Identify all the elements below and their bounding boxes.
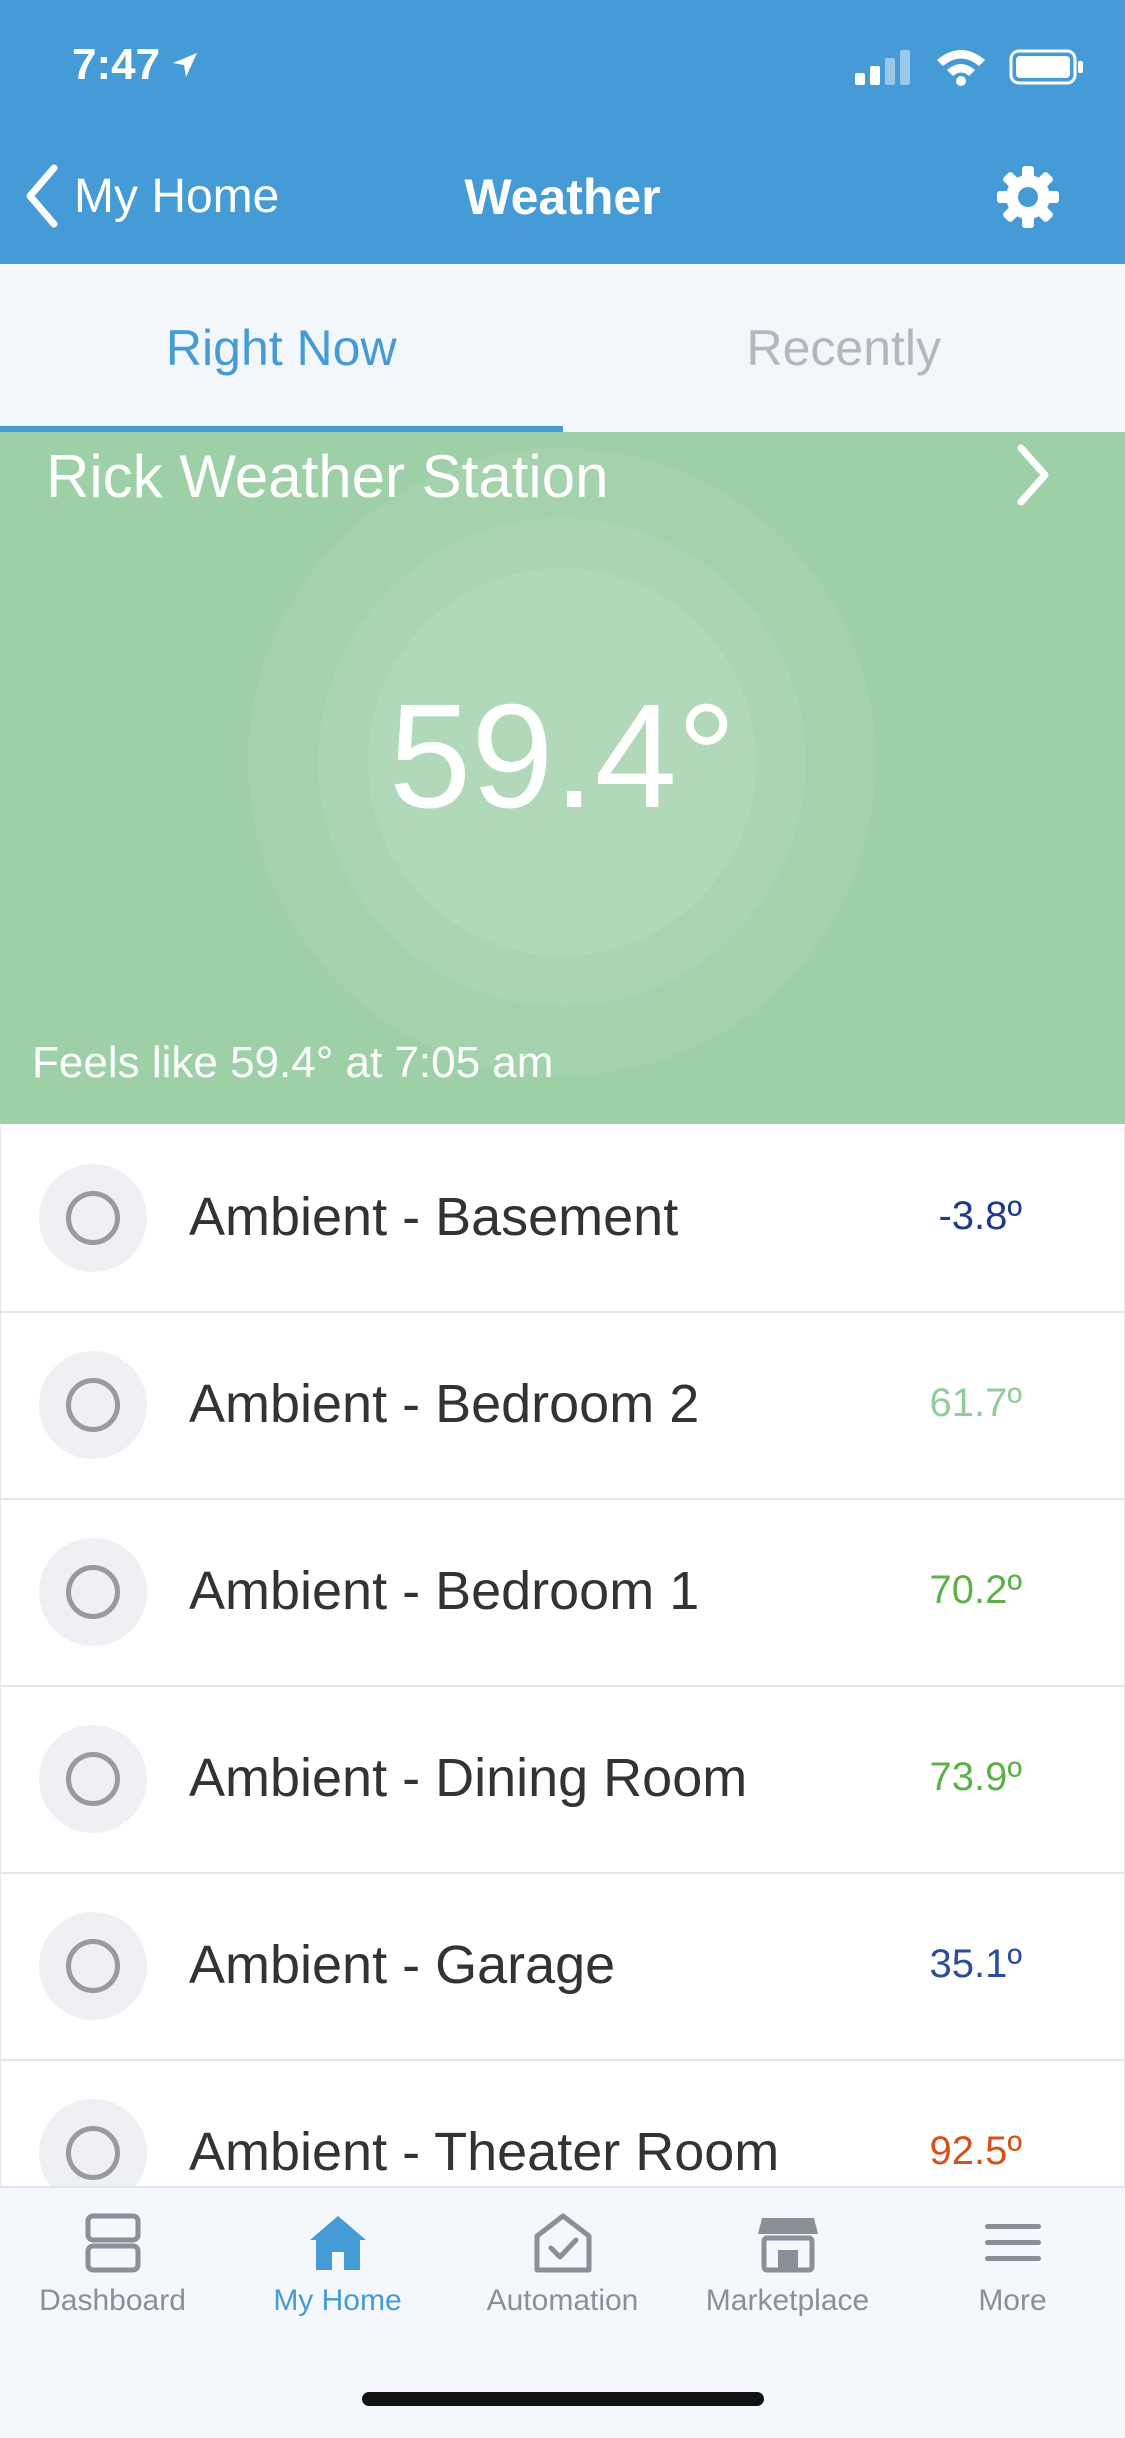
marketplace-icon — [756, 2212, 820, 2274]
sensor-icon — [39, 1725, 147, 1833]
circle-icon — [66, 1939, 120, 1993]
sensor-value: 70.2º — [930, 1568, 1022, 1613]
tab-marketplace[interactable]: Marketplace — [675, 2188, 900, 2358]
tab-dashboard-label: Dashboard — [39, 2284, 186, 2318]
sensor-value: 73.9º — [930, 1755, 1022, 1800]
automation-icon — [533, 2212, 593, 2274]
sensor-value: 92.5º — [930, 2129, 1022, 2174]
current-temperature: 59.4° — [0, 672, 1125, 842]
signal-icon — [855, 49, 913, 85]
sensor-value: -3.8º — [938, 1194, 1022, 1239]
tab-bar: Right Now Recently — [0, 264, 1125, 432]
circle-icon — [66, 1191, 120, 1245]
station-name: Rick Weather Station — [46, 442, 608, 511]
sensor-icon — [39, 1538, 147, 1646]
gear-icon — [995, 164, 1061, 230]
tab-more[interactable]: More — [900, 2188, 1125, 2358]
list-item[interactable]: Ambient - Bedroom 1 70.2º — [0, 1500, 1125, 1687]
home-indicator — [362, 2392, 764, 2406]
sensor-value: 35.1º — [930, 1942, 1022, 1987]
list-item[interactable]: Ambient - Bedroom 2 61.7º — [0, 1313, 1125, 1500]
tab-automation[interactable]: Automation — [450, 2188, 675, 2358]
tab-right-now[interactable]: Right Now — [0, 264, 563, 432]
tab-marketplace-label: Marketplace — [706, 2284, 869, 2318]
page-title: Weather — [0, 168, 1125, 226]
wifi-icon — [935, 48, 987, 86]
tab-automation-label: Automation — [487, 2284, 639, 2318]
tab-recently[interactable]: Recently — [563, 264, 1125, 432]
sensor-name: Ambient - Bedroom 2 — [189, 1373, 699, 1435]
sensor-name: Ambient - Basement — [189, 1186, 678, 1248]
top-bar: 7:47 My Home Weather — [0, 0, 1125, 264]
status-time-text: 7:47 — [72, 40, 160, 90]
sensor-name: Ambient - Garage — [189, 1934, 615, 1996]
station-card[interactable]: Rick Weather Station 59.4° Feels like 59… — [0, 432, 1125, 1124]
sensor-value: 61.7º — [930, 1381, 1022, 1426]
circle-icon — [66, 1565, 120, 1619]
circle-icon — [66, 1752, 120, 1806]
sensor-name: Ambient - Bedroom 1 — [189, 1560, 699, 1622]
tab-my-home[interactable]: My Home — [225, 2188, 450, 2358]
chevron-right-icon — [1013, 442, 1053, 508]
list-item[interactable]: Ambient - Dining Room 73.9º — [0, 1687, 1125, 1874]
location-arrow-icon — [170, 50, 200, 80]
tab-my-home-label: My Home — [273, 2284, 401, 2318]
tab-more-label: More — [978, 2284, 1046, 2318]
feels-like-text: Feels like 59.4° at 7:05 am — [32, 1038, 553, 1088]
status-icons — [855, 48, 1085, 86]
sensor-name: Ambient - Theater Room — [189, 2121, 779, 2183]
station-detail-button[interactable] — [1013, 442, 1053, 513]
sensor-list: Ambient - Basement -3.8º Ambient - Bedro… — [0, 1126, 1125, 2248]
list-item[interactable]: Ambient - Basement -3.8º — [0, 1126, 1125, 1313]
sensor-icon — [39, 1164, 147, 1272]
status-time: 7:47 — [72, 40, 200, 90]
battery-icon — [1009, 48, 1085, 86]
circle-icon — [66, 2126, 120, 2180]
menu-icon — [983, 2212, 1043, 2274]
dashboard-icon — [83, 2212, 143, 2274]
list-item[interactable]: Ambient - Garage 35.1º — [0, 1874, 1125, 2061]
home-icon — [306, 2212, 370, 2274]
sensor-icon — [39, 1351, 147, 1459]
tab-dashboard[interactable]: Dashboard — [0, 2188, 225, 2358]
circle-icon — [66, 1378, 120, 1432]
settings-button[interactable] — [995, 164, 1061, 235]
sensor-name: Ambient - Dining Room — [189, 1747, 747, 1809]
sensor-icon — [39, 1912, 147, 2020]
